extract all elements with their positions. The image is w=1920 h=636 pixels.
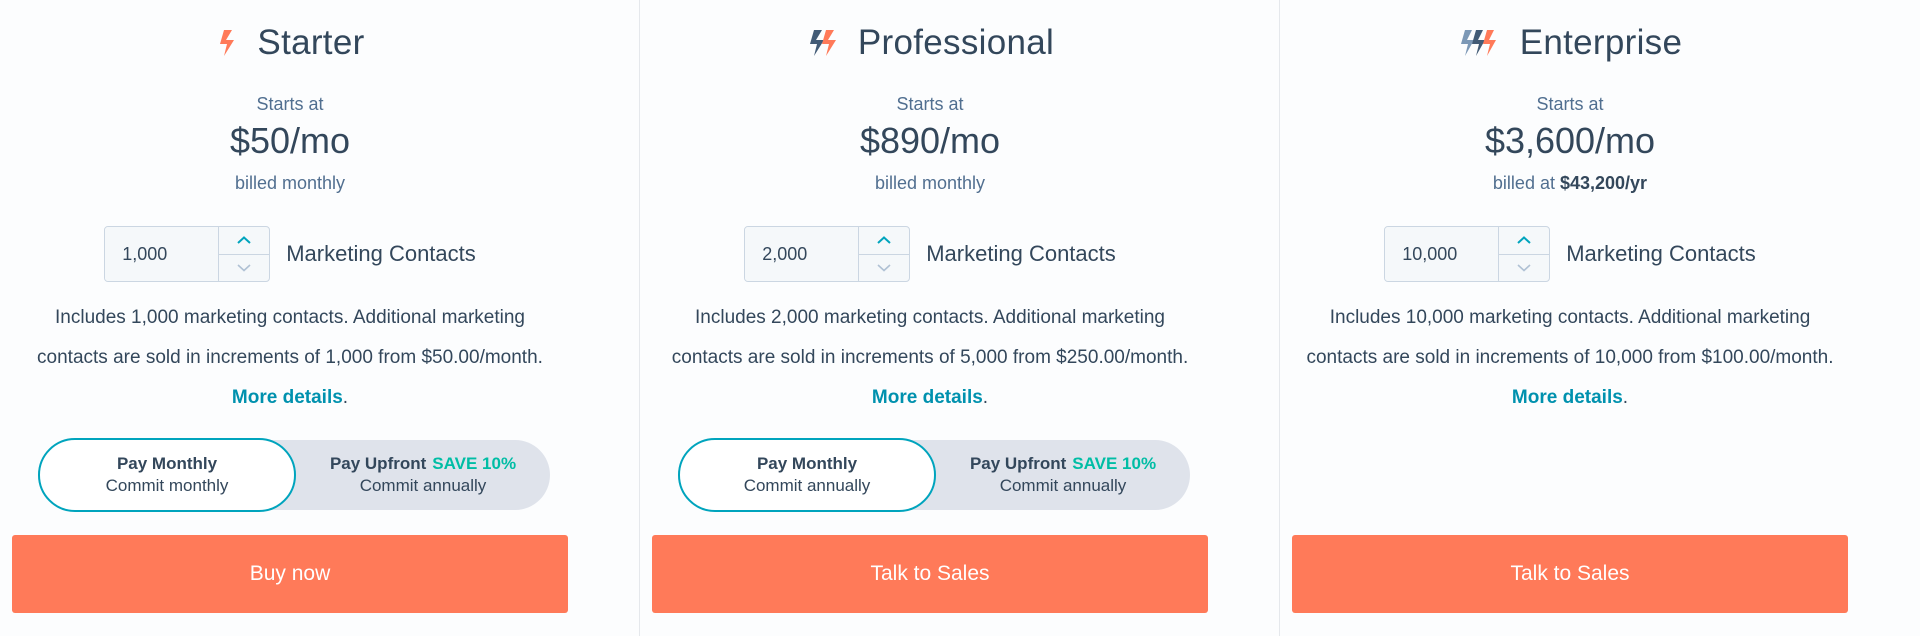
billing-amount: $43,200/yr [1559,173,1648,193]
more-details-link[interactable]: More details [232,387,343,408]
decrement-button[interactable] [219,255,269,282]
talk-to-sales-button[interactable]: Talk to Sales [652,535,1208,613]
increment-button[interactable] [859,227,910,255]
sprocket-double-icon [806,23,842,63]
pay-monthly-option[interactable]: Pay Monthly Commit monthly [38,438,296,512]
description-end: . [982,387,989,408]
sprocket-single-orange-icon [215,23,241,63]
billing-note: billed monthly [12,173,568,194]
plan-card-professional: Professional Starts at $890/mo billed mo… [640,0,1280,636]
contacts-stepper[interactable]: 1,000 [104,226,271,282]
starts-at-label: Starts at [896,94,964,114]
sprocket-triple-icon [1458,23,1504,63]
chevron-up-icon [1517,235,1531,244]
plan-description: Includes 1,000 marketing contacts. Addit… [20,298,560,418]
stepper-buttons [858,227,910,282]
plan-card-enterprise: Enterprise Starts at $3,600/mo billed at… [1280,0,1920,636]
billing-prefix: billed at [1492,173,1560,193]
price: $50/mo [229,120,351,161]
plan-description: Includes 2,000 marketing contacts. Addit… [660,298,1200,418]
contacts-label: Marketing Contacts [286,241,476,266]
billing-prefix: billed monthly [234,173,346,193]
stepper-buttons [218,227,270,282]
description-end: . [342,387,349,408]
option-title-text: Pay Upfront [969,454,1067,473]
description-text: Includes 2,000 marketing contacts. Addit… [671,307,1189,368]
billing-toggle: Pay Monthly Commit monthly Pay Upfront SA… [38,438,550,512]
pay-monthly-option[interactable]: Pay Monthly Commit annually [678,438,936,512]
option-title: Pay Monthly [116,454,218,473]
plan-description: Includes 10,000 marketing contacts. Addi… [1300,298,1840,418]
increment-button[interactable] [1499,227,1550,255]
billing-note: billed monthly [652,173,1208,194]
plan-name: Enterprise [1519,23,1683,62]
pricing-plans: Starter Starts at $50/mo billed monthly … [0,0,1920,636]
contacts-row: 1,000 Marketing Contacts [12,226,568,282]
billing-note: billed at $43,200/yr [1292,173,1848,194]
option-title: Pay Upfront SAVE 10% [970,454,1156,474]
price: $890/mo [859,120,1001,161]
plan-name: Starter [257,23,365,62]
billing-toggle: Pay Monthly Commit annually Pay Upfront S… [678,438,1190,512]
decrement-button[interactable] [1499,255,1549,282]
description-end: . [1622,387,1629,408]
plan-card-starter: Starter Starts at $50/mo billed monthly … [0,0,640,636]
more-details-link[interactable]: More details [1512,387,1623,408]
contacts-label: Marketing Contacts [1566,241,1756,266]
contacts-stepper[interactable]: 2,000 [744,226,911,282]
contacts-input[interactable]: 1,000 [105,227,219,281]
increment-button[interactable] [219,227,270,255]
contacts-row: 2,000 Marketing Contacts [652,226,1208,282]
more-details-link[interactable]: More details [872,387,983,408]
plan-title-row: Starter [12,18,568,68]
chevron-up-icon [237,235,251,244]
starts-at-label: Starts at [256,94,324,114]
price: $3,600/mo [1484,120,1656,161]
option-title: Pay Monthly [756,454,858,473]
description-text: Includes 10,000 marketing contacts. Addi… [1306,307,1834,368]
chevron-up-icon [877,235,891,244]
plan-title-row: Enterprise [1292,18,1848,68]
decrement-button[interactable] [859,255,909,282]
contacts-input[interactable]: 10,000 [1385,227,1499,281]
option-subtitle: Commit annually [999,476,1127,495]
contacts-row: 10,000 Marketing Contacts [1292,226,1848,282]
pay-upfront-option[interactable]: Pay Upfront SAVE 10% Commit annually [936,440,1190,510]
plan-name: Professional [857,23,1055,62]
stepper-buttons [1498,227,1550,282]
talk-to-sales-button[interactable]: Talk to Sales [1292,535,1848,613]
billing-prefix: billed monthly [874,173,986,193]
save-badge: SAVE 10% [1072,454,1157,473]
buy-now-button[interactable]: Buy now [12,535,568,613]
option-title: Pay Upfront SAVE 10% [330,454,516,474]
save-badge: SAVE 10% [432,454,517,473]
pay-upfront-option[interactable]: Pay Upfront SAVE 10% Commit annually [296,440,550,510]
chevron-down-icon [1517,264,1531,272]
option-title-text: Pay Upfront [329,454,427,473]
plan-title-row: Professional [652,18,1208,68]
contacts-label: Marketing Contacts [926,241,1116,266]
option-subtitle: Commit monthly [105,476,229,495]
chevron-down-icon [237,264,251,272]
option-subtitle: Commit annually [359,476,487,495]
contacts-input[interactable]: 2,000 [745,227,859,281]
starts-at-label: Starts at [1536,94,1604,114]
chevron-down-icon [877,264,891,272]
contacts-stepper[interactable]: 10,000 [1384,226,1551,282]
description-text: Includes 1,000 marketing contacts. Addit… [37,307,543,368]
option-subtitle: Commit annually [743,476,871,495]
